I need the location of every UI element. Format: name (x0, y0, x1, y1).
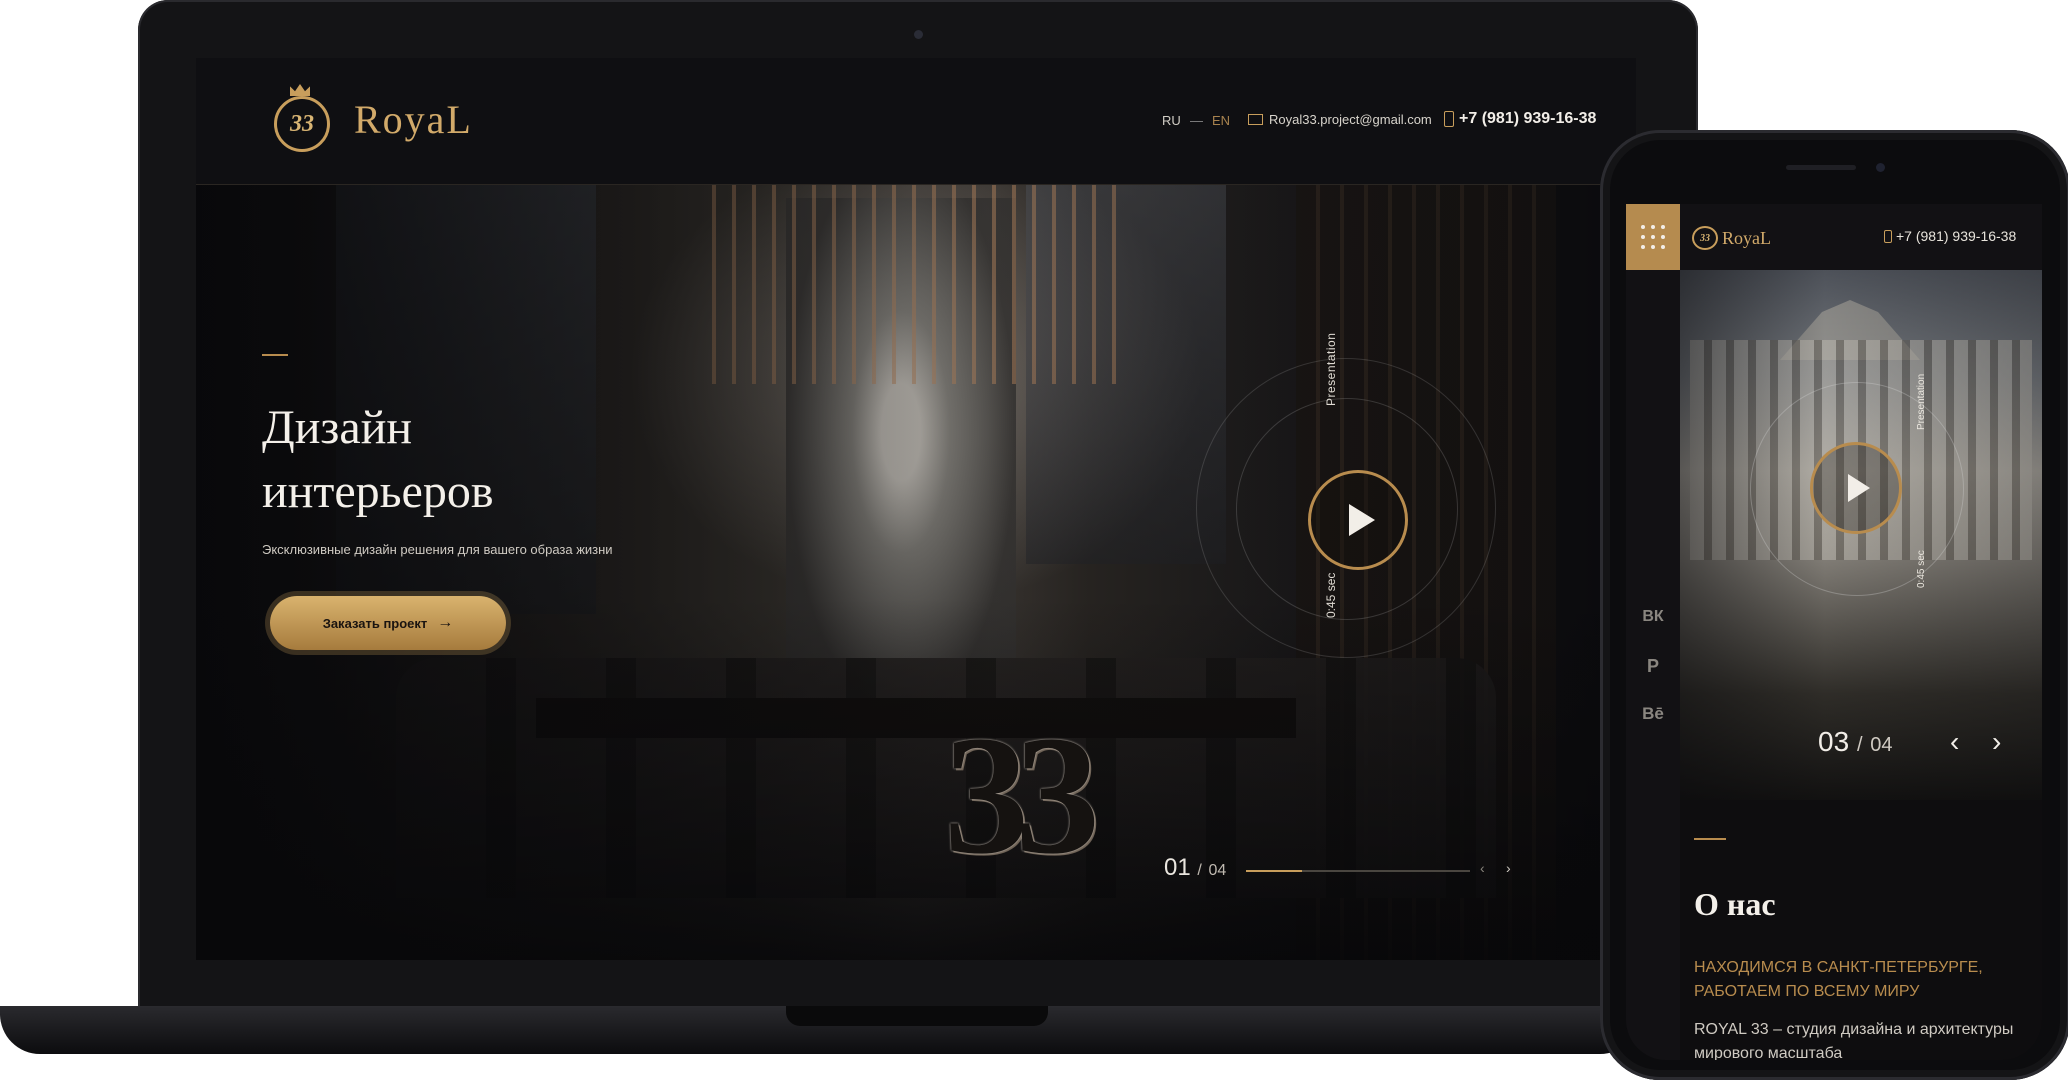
mobile-logo-name: RoyaL (1722, 227, 1771, 248)
logo-number: 33 (274, 96, 330, 152)
mobile-video-label: Presentation (1916, 373, 1927, 430)
mobile-logo-crest: 33 (1692, 226, 1718, 250)
slide-current: 01 (1164, 854, 1191, 881)
video-duration: 0:45 sec (1324, 572, 1338, 618)
video-label: Presentation (1324, 332, 1338, 406)
logo-crest-icon: 33 (264, 84, 344, 154)
hero-title: Дизайн интерьеров (262, 396, 762, 524)
logo-name: RoyaL (354, 96, 473, 142)
slide-progress-fill (1246, 870, 1302, 872)
about-tagline: НАХОДИМСЯ В САНКТ-ПЕТЕРБУРГЕ, РАБОТАЕМ П… (1694, 959, 1983, 1000)
mobile-play-button[interactable] (1810, 442, 1902, 534)
video-player-widget (1196, 358, 1496, 658)
about-title: О нас (1694, 886, 1776, 922)
mobile-video-duration: 0:45 sec (1916, 550, 1927, 588)
slide-counter: 01 / 04 (1164, 854, 1226, 882)
hero-title-line1: Дизайн (262, 401, 413, 454)
header-email-link[interactable]: Royal33.project@gmail.com (1248, 112, 1432, 127)
mail-icon (1248, 114, 1263, 125)
order-project-label: Заказать проект (322, 615, 428, 631)
pinterest-icon[interactable]: P (1626, 656, 1680, 677)
play-button[interactable] (1308, 470, 1408, 570)
play-icon (1349, 504, 1375, 536)
slide-total: 04 (1208, 862, 1227, 879)
lang-separator: — (1190, 113, 1203, 128)
slide-prev-button[interactable]: ‹ (1480, 860, 1485, 876)
lang-ru-link[interactable]: RU (1162, 113, 1181, 128)
phone-icon (1884, 229, 1892, 243)
phone-speaker (1786, 165, 1856, 170)
behance-icon[interactable]: Bē (1626, 704, 1680, 724)
phone-icon (1444, 111, 1454, 127)
header-email-text: Royal33.project@gmail.com (1269, 112, 1432, 127)
laptop-notch (786, 1006, 1048, 1026)
mobile-phone-link[interactable]: +7 (981) 939-16-38 (1884, 228, 2016, 244)
lang-en-link[interactable]: EN (1212, 113, 1230, 128)
mobile-slide-counter: 03 / 04 (1818, 726, 1893, 758)
mobile-slide-separator: / (1856, 734, 1863, 756)
vk-icon[interactable]: ВК (1626, 608, 1680, 626)
header-phone-text: +7 (981) 939-16-38 (1459, 110, 1597, 127)
play-icon (1848, 474, 1870, 502)
order-project-button[interactable]: Заказать проект → (270, 596, 506, 650)
desktop-screen: 33 RoyaL RU — EN Royal33.project@gmail.c… (196, 58, 1636, 960)
menu-grid-icon[interactable] (1626, 204, 1680, 270)
mobile-slide-prev-button[interactable]: ‹ (1950, 726, 1959, 758)
arrow-right-icon: → (437, 614, 454, 631)
slide-progress-bar (1246, 870, 1470, 872)
hero-title-line2: интерьеров (262, 465, 494, 518)
site-logo[interactable]: 33 RoyaL (264, 84, 473, 154)
hero-subtitle: Эксклюзивные дизайн решения для вашего о… (262, 542, 613, 557)
mobile-phone-text: +7 (981) 939-16-38 (1896, 228, 2017, 244)
about-text: ROYAL 33 – студия дизайна и архитектуры … (1694, 1021, 2014, 1060)
slide-separator: / (1197, 862, 1202, 879)
mobile-logo[interactable]: 33 RoyaL (1692, 226, 1771, 250)
about-accent-line (1694, 838, 1726, 840)
phone-camera (1876, 163, 1885, 172)
laptop-camera (914, 30, 923, 39)
mobile-slide-current: 03 (1818, 726, 1850, 757)
crown-icon (290, 84, 310, 96)
header-phone-link[interactable]: +7 (981) 939-16-38 (1444, 110, 1596, 128)
mobile-screen: Presentation 0:45 sec 03 / 04 ‹ › 33 Roy… (1626, 204, 2042, 1060)
mobile-slide-next-button[interactable]: › (1992, 726, 2001, 758)
decorative-number: 33 (944, 701, 1100, 889)
slide-next-button[interactable]: › (1506, 860, 1511, 876)
mobile-hero-image: Presentation 0:45 sec 03 / 04 ‹ › (1680, 270, 2042, 800)
hero-accent-line (262, 354, 288, 356)
mobile-slide-total: 04 (1870, 734, 1893, 756)
